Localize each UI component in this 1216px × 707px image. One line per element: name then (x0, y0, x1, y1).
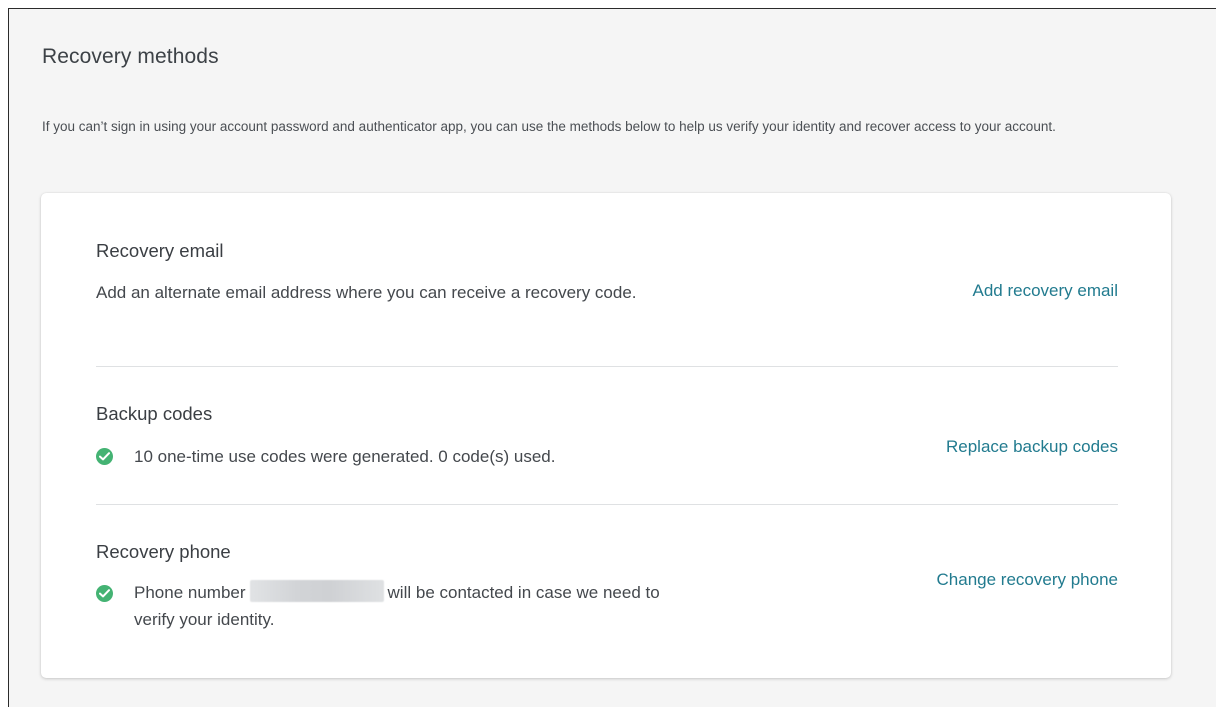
backup-codes-title: Backup codes (96, 403, 213, 424)
recovery-methods-page: Recovery methods If you can’t sign in us… (8, 8, 1216, 707)
section-description: If you can’t sign in using your account … (42, 119, 1056, 134)
section-title: Recovery methods (42, 45, 219, 68)
recovery-email-row: Recovery email Add an alternate email ad… (96, 240, 1118, 350)
check-circle-icon (96, 585, 113, 602)
recovery-phone-title: Recovery phone (96, 541, 231, 562)
add-recovery-email-link[interactable]: Add recovery email (972, 281, 1118, 301)
backup-codes-row: Backup codes 10 one-time use codes were … (96, 403, 1118, 473)
recovery-email-title: Recovery email (96, 240, 224, 261)
recovery-methods-card: Recovery email Add an alternate email ad… (41, 193, 1171, 678)
recovery-phone-status: Phone number will be contacted in case we… (134, 579, 704, 633)
change-recovery-phone-link[interactable]: Change recovery phone (937, 570, 1118, 590)
phone-status-prefix: Phone number (134, 583, 246, 602)
replace-backup-codes-link[interactable]: Replace backup codes (946, 437, 1118, 457)
divider (96, 366, 1118, 367)
divider (96, 504, 1118, 505)
recovery-phone-row: Recovery phone Phone number will be conta… (96, 541, 1118, 651)
recovery-email-description: Add an alternate email address where you… (96, 283, 637, 302)
redacted-phone-number (249, 580, 384, 602)
backup-codes-status: 10 one-time use codes were generated. 0 … (134, 447, 556, 466)
check-circle-icon (96, 448, 113, 465)
